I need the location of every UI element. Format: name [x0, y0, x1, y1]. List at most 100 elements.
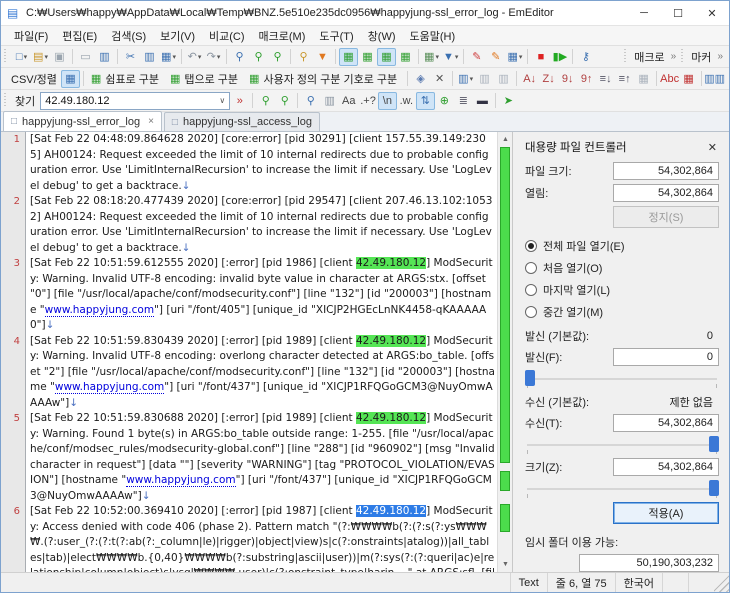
sort-smallest-to-largest-icon[interactable]: 9↓ [558, 70, 577, 88]
find-in-files-icon[interactable]: ⚲ [294, 48, 313, 66]
adjust-separators-icon[interactable]: ✕ [430, 70, 449, 88]
radio-icon[interactable] [525, 306, 537, 318]
find-previous-icon[interactable]: ⚲ [256, 92, 275, 110]
cut-icon[interactable]: ✂ [121, 48, 140, 66]
document-tab[interactable]: □happyjung-ssl_access_log [164, 112, 320, 131]
menu-item[interactable]: 창(W) [361, 26, 403, 46]
spell-check-icon[interactable]: Abc [660, 70, 679, 88]
privacy-key-icon[interactable]: ⚷ [576, 48, 595, 66]
save-file-icon[interactable]: ▣ [50, 48, 69, 66]
document-tab[interactable]: □happyjung-ssl_error_log× [3, 111, 162, 131]
compare-windows-icon[interactable]: ▥▥ [705, 70, 724, 88]
size-slider-thumb[interactable] [709, 480, 719, 496]
vertical-scrollbar[interactable]: ▲ ▼ [497, 132, 512, 572]
from-slider[interactable] [525, 370, 719, 388]
tab-separated-button[interactable]: ▦탭으로 구분 [166, 69, 245, 89]
filter-toolbar-icon[interactable]: ▬ [473, 92, 492, 110]
overflow-chevron-icon[interactable]: » [717, 51, 723, 62]
filter-icon[interactable]: ▼ [313, 48, 332, 66]
paste-icon[interactable]: ▦▾ [159, 48, 178, 66]
number-range-icon[interactable]: .+? [358, 92, 378, 110]
status-language[interactable]: 한국어 [615, 573, 662, 592]
print-icon[interactable]: ▭ [76, 48, 95, 66]
select-column-icon[interactable]: ▥▾ [456, 70, 475, 88]
scroll-down-icon[interactable]: ▼ [498, 557, 513, 572]
to-slider[interactable] [525, 436, 719, 454]
dropdown-arrow-icon[interactable]: ▾ [217, 53, 221, 61]
open-file-icon[interactable]: ▤▾ [31, 48, 50, 66]
find-previous-icon[interactable]: ⚲ [249, 48, 268, 66]
radio-icon[interactable] [525, 240, 537, 252]
dropdown-arrow-icon[interactable]: ▾ [44, 53, 48, 61]
editor-area[interactable]: 1[Sat Feb 22 04:48:09.864628 2020] [core… [1, 132, 497, 572]
radio-icon[interactable] [525, 262, 537, 274]
resize-grip[interactable] [714, 573, 729, 592]
open-mode-radio[interactable]: 중간 열기(M) [525, 304, 719, 320]
marker-toolbar-group[interactable]: 마커 [691, 49, 711, 65]
find-in-selection-icon[interactable]: ▥ [320, 92, 339, 110]
size-slider[interactable] [525, 480, 719, 498]
size-input[interactable]: 54,302,864 [613, 458, 719, 476]
sort-a-to-z-icon[interactable]: A↓ [520, 70, 539, 88]
menu-item[interactable]: 파일(F) [7, 26, 55, 46]
scroll-up-icon[interactable]: ▲ [498, 132, 513, 147]
open-mode-radio[interactable]: 전체 파일 열기(E) [525, 238, 719, 254]
toolbar-grip[interactable] [4, 93, 9, 108]
tab-close-icon[interactable]: × [148, 116, 154, 127]
from-slider-thumb[interactable] [525, 370, 535, 386]
sync-scroll-icon[interactable]: ▤ [724, 70, 729, 88]
csv-mode-toggle-icon[interactable]: ▦ [61, 70, 80, 88]
dropdown-arrow-icon[interactable]: ▾ [455, 53, 459, 61]
csv-user-mode-icon[interactable]: ▦ [396, 48, 415, 66]
new-file-icon[interactable]: □▾ [12, 48, 31, 66]
regular-expression-icon[interactable]: ⊕ [435, 92, 454, 110]
find-combobox[interactable]: ∨ [40, 92, 230, 110]
log-link[interactable]: www.happyjung.com [126, 474, 235, 487]
find-history-icon[interactable]: ≣ [454, 92, 473, 110]
menu-item[interactable]: 비교(C) [202, 26, 252, 46]
run-to-end-icon[interactable]: ▮▶ [550, 48, 569, 66]
menu-item[interactable]: 도구(T) [312, 26, 360, 46]
find-icon[interactable]: ⚲ [230, 48, 249, 66]
scrollbar-match-marker[interactable] [500, 471, 510, 492]
stop-macro-icon[interactable]: ■ [531, 48, 550, 66]
csv-comma-mode-icon[interactable]: ▦ [358, 48, 377, 66]
comma-separated-button[interactable]: ▦쉼표로 구분 [87, 69, 166, 89]
panel-close-icon[interactable]: ✕ [706, 141, 719, 154]
escape-sequence-icon[interactable]: \n [378, 92, 397, 110]
sort-largest-to-smallest-icon[interactable]: 9↑ [577, 70, 596, 88]
stop-button[interactable]: 정지(S) [613, 206, 719, 228]
sort-lines-ascending-icon[interactable]: ≡↓ [596, 70, 615, 88]
menu-item[interactable]: 편집(E) [55, 26, 104, 46]
undo-icon[interactable]: ↶▾ [185, 48, 204, 66]
macro-options-icon[interactable]: ▦▾ [505, 48, 524, 66]
sort-z-to-a-icon[interactable]: Z↓ [539, 70, 558, 88]
dropdown-arrow-icon[interactable]: ▾ [519, 53, 523, 61]
scrollbar-match-marker[interactable] [500, 504, 510, 533]
marker-menu-icon[interactable]: ▦▾ [422, 48, 441, 66]
maximize-button[interactable]: ☐ [661, 1, 695, 25]
csv-normal-mode-icon[interactable]: ▦ [339, 48, 358, 66]
to-input[interactable]: 54,302,864 [613, 414, 719, 432]
character-code-value-icon[interactable]: ▦ [679, 70, 698, 88]
csv-tab-mode-icon[interactable]: ▦ [377, 48, 396, 66]
to-slider-thumb[interactable] [709, 436, 719, 452]
find-next-icon[interactable]: ⚲ [275, 92, 294, 110]
status-mode[interactable]: Text [510, 573, 547, 592]
from-input[interactable]: 0 [613, 348, 719, 366]
sort-lines-descending-icon[interactable]: ≡↑ [615, 70, 634, 88]
jump-to-match-icon[interactable]: ➤ [499, 92, 518, 110]
open-mode-radio[interactable]: 마지막 열기(L) [525, 282, 719, 298]
dropdown-arrow-icon[interactable]: ▾ [172, 53, 176, 61]
dropdown-arrow-icon[interactable]: ▾ [198, 53, 202, 61]
delimiter-position-icon[interactable]: ◈ [411, 70, 430, 88]
play-macro-icon[interactable]: ✎ [486, 48, 505, 66]
dropdown-arrow-icon[interactable]: ▾ [470, 75, 474, 83]
combo-dropdown-icon[interactable]: ∨ [215, 96, 229, 105]
menu-item[interactable]: 보기(V) [153, 26, 202, 46]
find-toolbar-overflow-icon[interactable]: » [230, 92, 249, 110]
copy-icon[interactable]: ▥ [140, 48, 159, 66]
whole-word-icon[interactable]: .w. [397, 92, 416, 110]
menu-item[interactable]: 검색(S) [104, 26, 153, 46]
scrollbar-match-marker[interactable] [500, 147, 510, 463]
